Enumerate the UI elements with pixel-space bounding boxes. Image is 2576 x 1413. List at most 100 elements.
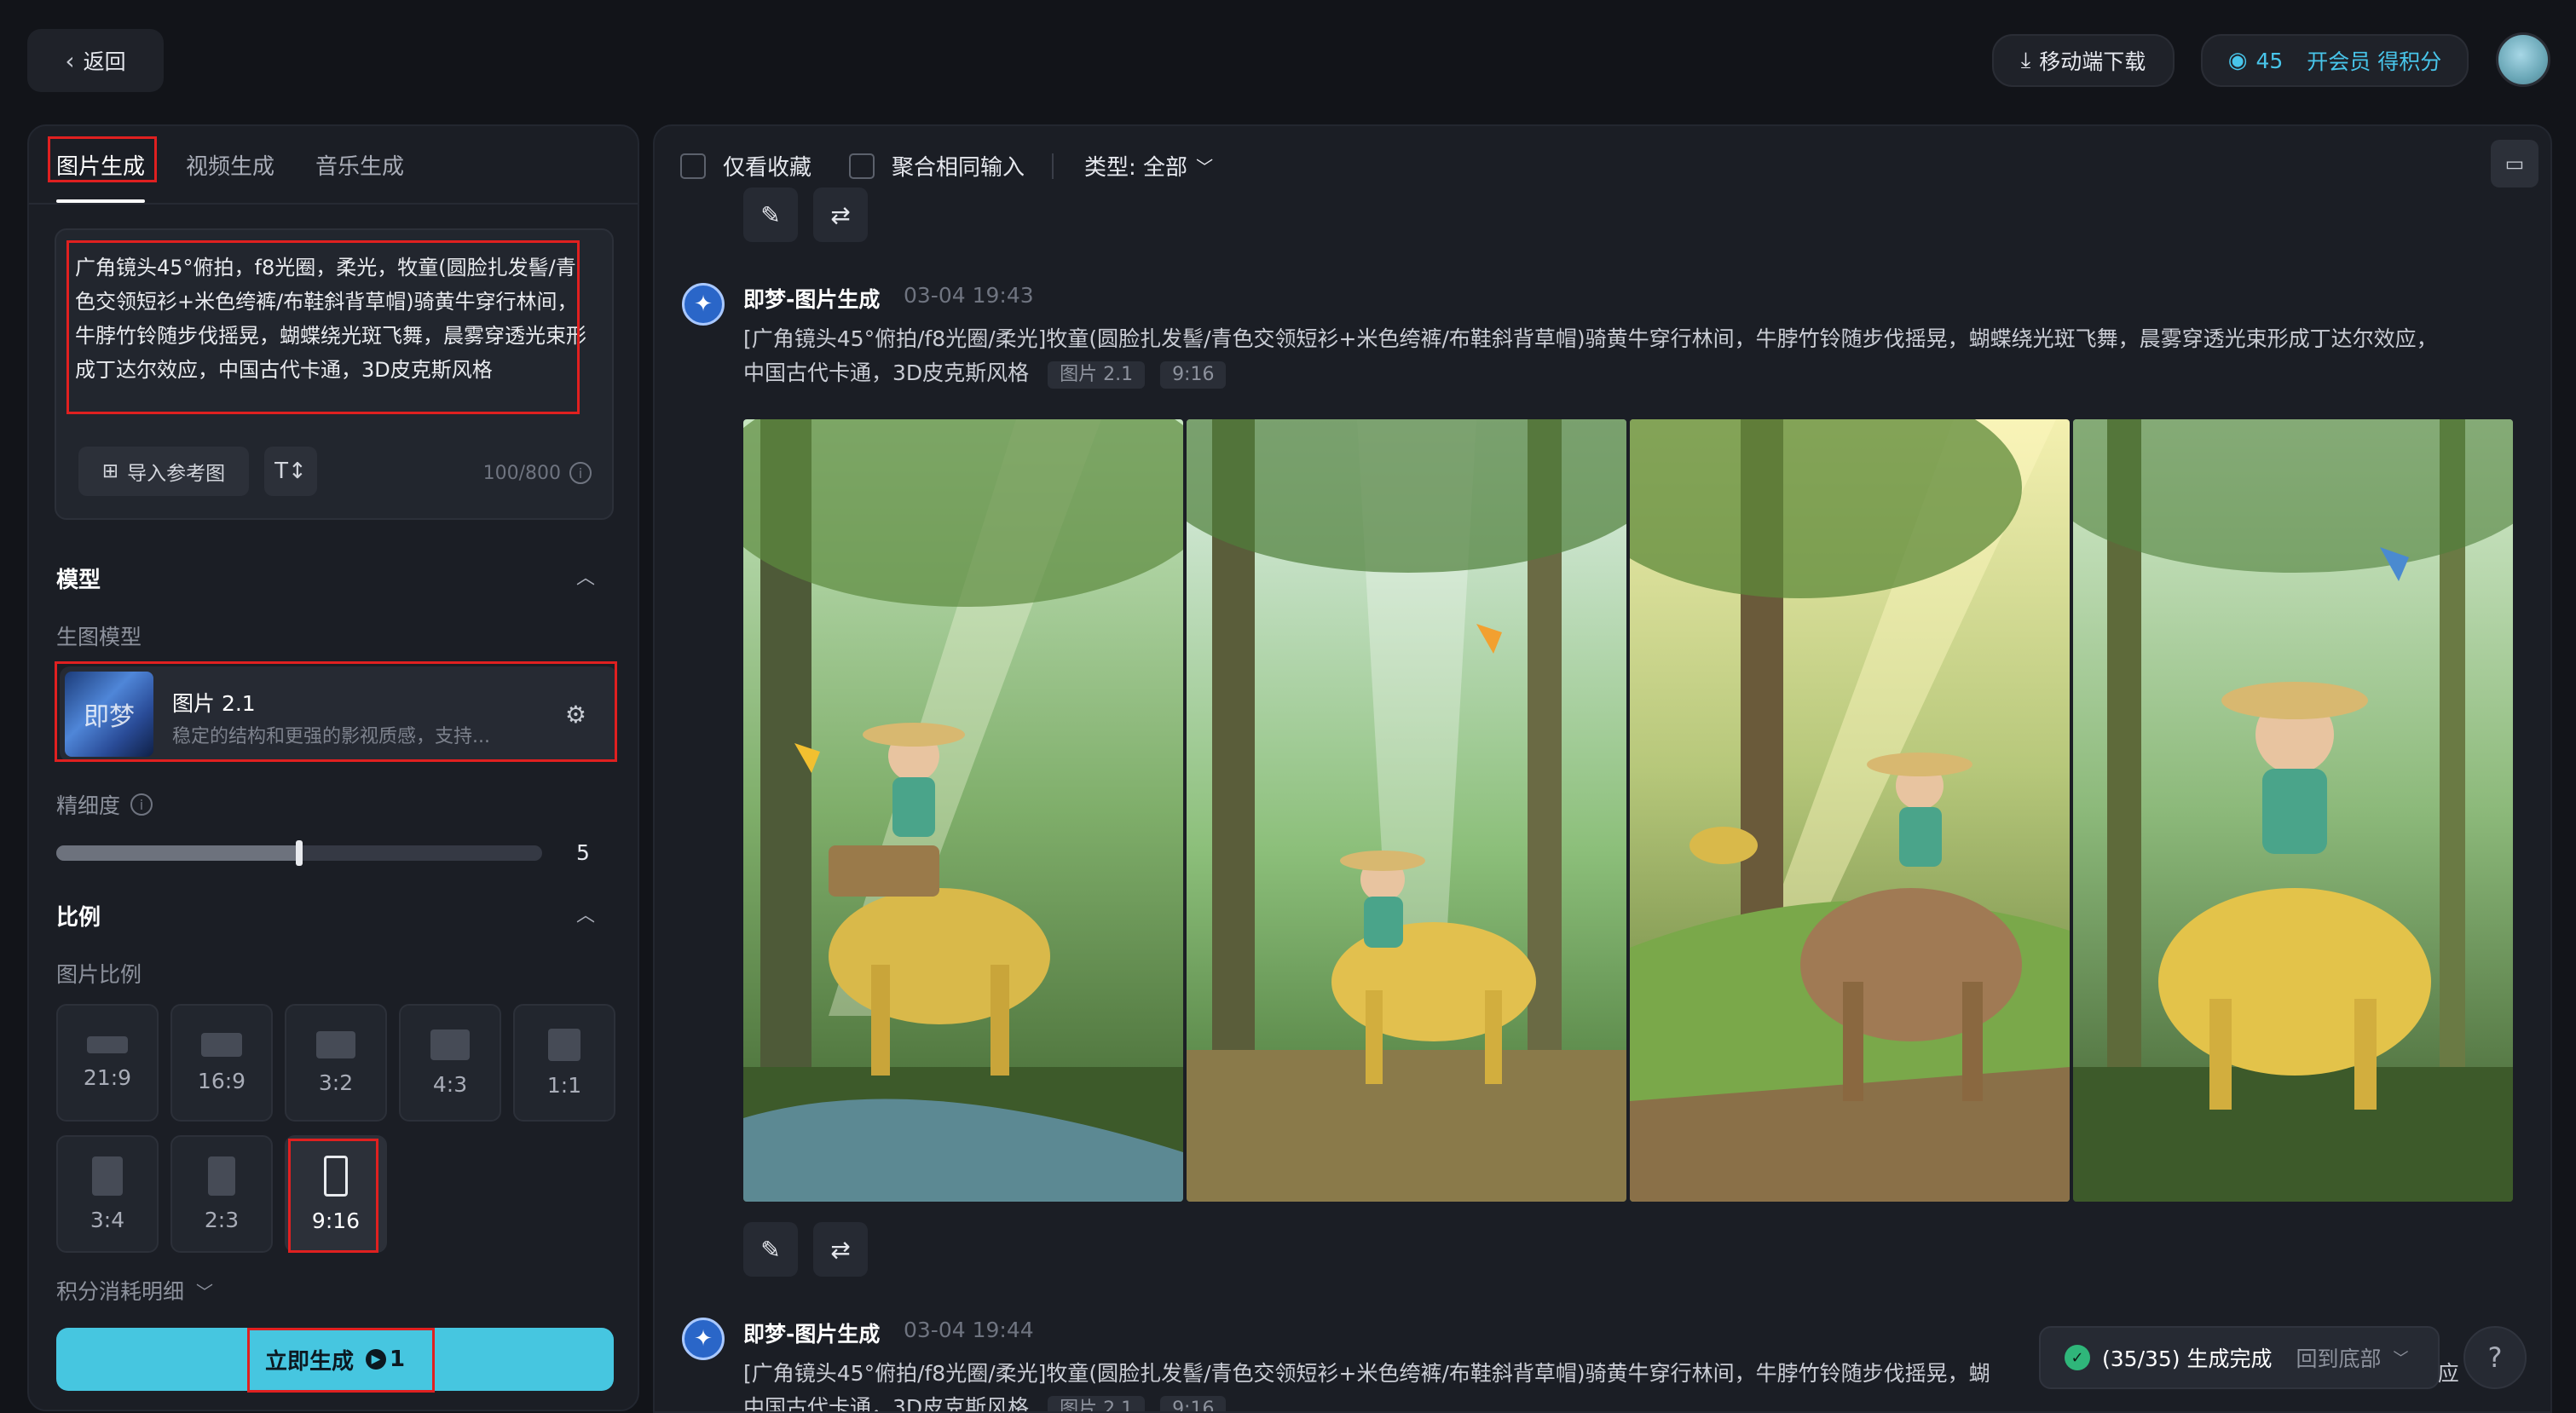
generated-image-1-art [743, 419, 1183, 1202]
check-circle-icon: ✓ [2065, 1345, 2090, 1370]
ratio-label: 3:4 [90, 1207, 125, 1232]
info-icon[interactable]: i [569, 462, 592, 484]
detail-label-row: 精细度 i [56, 789, 153, 820]
repeat-icon[interactable]: ⇄ [813, 187, 868, 242]
user-avatar[interactable] [2496, 32, 2550, 87]
download-label: 移动端下载 [2039, 49, 2146, 74]
status-text: (35/35) 生成完成 [2102, 1347, 2273, 1371]
play-circle-icon: ▶ [365, 1349, 386, 1370]
help-button[interactable]: ? [2463, 1326, 2527, 1389]
import-reference-label: 导入参考图 [127, 463, 226, 485]
pencil-icon[interactable]: ✎ [743, 1222, 798, 1277]
ratio-21-9[interactable]: 21:9 [56, 1004, 159, 1122]
ratio-chip: 9:16 [1160, 361, 1227, 389]
generate-cost-badge: ▶ 1 [365, 1347, 405, 1372]
chevron-down-icon: ﹀ [196, 1281, 214, 1302]
detail-slider[interactable] [56, 840, 542, 866]
help-icon: ? [2487, 1341, 2503, 1374]
message-prompt-text-2: 中国古代卡通，3D皮克斯风格 [743, 360, 1030, 385]
ratio-shape-icon [92, 1156, 123, 1196]
mobile-download-button[interactable]: ⤓ 移动端下载 [1992, 34, 2175, 87]
ratio-chip: 9:16 [1160, 1396, 1227, 1411]
bot-avatar: ✦ [682, 1318, 725, 1360]
checkbox-merge[interactable] [849, 153, 875, 179]
import-reference-button[interactable]: ⊞ 导入参考图 [78, 447, 249, 496]
generated-image-1[interactable] [743, 419, 1183, 1202]
chevron-down-icon: ﹀ [1196, 157, 1214, 177]
ratio-9-16[interactable]: 9:16 [285, 1135, 387, 1253]
tab-video-generation[interactable]: 视频生成 [186, 126, 274, 203]
folder-icon[interactable]: ▭ [2491, 140, 2538, 187]
filter-merge[interactable]: 聚合相同输入 [849, 150, 1025, 182]
sliders-icon[interactable]: ⚙ [565, 701, 586, 729]
model-sub-label: 生图模型 [56, 625, 142, 649]
ratio-2-3[interactable]: 2:3 [170, 1135, 273, 1253]
ratio-shape-icon [316, 1030, 355, 1058]
image-add-icon: ⊞ [101, 460, 119, 482]
ratio-shape-icon [430, 1029, 470, 1060]
text-format-icon: T↕ [274, 459, 307, 484]
detail-slider-fill [56, 845, 299, 861]
generated-image-4-art [2073, 419, 2513, 1202]
ratio-label: 3:2 [318, 1070, 354, 1095]
ratio-shape-icon [201, 1032, 242, 1057]
char-counter-text: 100/800 [482, 462, 561, 484]
cost-detail-toggle[interactable]: 积分消耗明细 ﹀ [56, 1275, 213, 1306]
message-prompt-text: [广角镜头45°俯拍/f8光圈/柔光]牧童(圆脸扎发髻/青色交领短衫+米色绔裤/… [743, 1361, 1990, 1386]
ratio-16-9[interactable]: 16:9 [170, 1004, 273, 1122]
type-dropdown[interactable]: 类型: 全部 ﹀ [1084, 150, 1213, 182]
prompt-input[interactable]: 广角镜头45°俯拍，f8光圈，柔光，牧童(圆脸扎发髻/青色交领短衫+米色绔裤/布… [75, 251, 586, 387]
message-prompt-text: [广角镜头45°俯拍/f8光圈/柔光]牧童(圆脸扎发髻/青色交领短衫+米色绔裤/… [743, 326, 2438, 351]
char-counter: 100/800 i [483, 462, 592, 484]
message-prompt: [广角镜头45°俯拍/f8光圈/柔光]牧童(圆脸扎发髻/青色交领短衫+米色绔裤/… [743, 322, 2533, 390]
tab-divider [29, 203, 638, 205]
model-section-title: 模型 [56, 568, 101, 593]
message-sender: 即梦-图片生成 [743, 1322, 881, 1347]
ratio-3-4[interactable]: 3:4 [56, 1135, 159, 1253]
model-thumbnail-text: 即梦 [84, 702, 135, 732]
points-button[interactable]: ◉ 45 开会员 得积分 [2201, 34, 2469, 87]
play-circle-icon: ◉ [2227, 48, 2248, 73]
mode-tabs: 图片生成 视频生成 音乐生成 [56, 126, 404, 203]
divider [1052, 153, 1054, 179]
ratio-4-3[interactable]: 4:3 [399, 1004, 501, 1122]
ratio-label: 9:16 [311, 1208, 361, 1233]
ratio-shape-icon [548, 1028, 580, 1061]
back-to-bottom-link[interactable]: 回到底部 [2296, 1342, 2382, 1373]
generate-button[interactable]: 立即生成 ▶ 1 [56, 1328, 614, 1391]
info-icon[interactable]: i [130, 793, 153, 816]
ratio-label: 4:3 [432, 1071, 468, 1097]
checkbox-favorites[interactable] [680, 153, 706, 179]
ratio-1-1[interactable]: 1:1 [513, 1004, 615, 1122]
ratio-3-2[interactable]: 3:2 [285, 1004, 387, 1122]
results-panel: 仅看收藏 聚合相同输入 类型: 全部 ﹀ ▭ ✎ ⇄ ✦ 即梦-图片生成 03-… [653, 124, 2552, 1413]
tab-image-generation[interactable]: 图片生成 [56, 126, 146, 203]
cost-detail-label: 积分消耗明细 [56, 1279, 185, 1304]
model-description: 稳定的结构和更强的影视质感，支持... [172, 726, 490, 747]
generation-settings-panel: 图片生成 视频生成 音乐生成 广角镜头45°俯拍，f8光圈，柔光，牧童(圆脸扎发… [27, 124, 639, 1411]
message-prompt-text-2: 中国古代卡通，3D皮克斯风格 [743, 1395, 1030, 1413]
generated-image-3[interactable] [1630, 419, 2070, 1202]
tab-music-generation[interactable]: 音乐生成 [315, 126, 404, 203]
filter-merge-label: 聚合相同输入 [892, 155, 1025, 181]
generated-image-2[interactable] [1187, 419, 1626, 1202]
ratio-shape-icon [87, 1035, 128, 1053]
filter-bar: 仅看收藏 聚合相同输入 类型: 全部 ﹀ [680, 150, 1250, 182]
vip-link[interactable]: 开会员 得积分 [2307, 45, 2441, 76]
model-selector[interactable]: 即梦 图片 2.1 稳定的结构和更强的影视质感，支持... ⚙ [60, 666, 617, 762]
points-count: 45 [2255, 48, 2284, 73]
repeat-icon[interactable]: ⇄ [813, 1222, 868, 1277]
model-chip: 图片 2.1 [1048, 1396, 1146, 1411]
prompt-editor[interactable]: 广角镜头45°俯拍，f8光圈，柔光，牧童(圆脸扎发髻/青色交领短衫+米色绔裤/布… [55, 228, 614, 520]
filter-favorites[interactable]: 仅看收藏 [680, 150, 811, 182]
chevron-up-icon[interactable]: ︿ [576, 562, 595, 590]
chevron-up-icon[interactable]: ︿ [576, 900, 595, 927]
type-dropdown-label: 类型: 全部 [1084, 155, 1188, 181]
ratio-label: 21:9 [83, 1064, 132, 1090]
detail-slider-handle[interactable] [296, 840, 303, 866]
text-format-button[interactable]: T↕ [264, 447, 317, 496]
back-button[interactable]: ‹ 返回 [27, 29, 164, 92]
pencil-icon[interactable]: ✎ [743, 187, 798, 242]
generated-image-4[interactable] [2073, 419, 2513, 1202]
ratio-label: 2:3 [204, 1207, 240, 1232]
